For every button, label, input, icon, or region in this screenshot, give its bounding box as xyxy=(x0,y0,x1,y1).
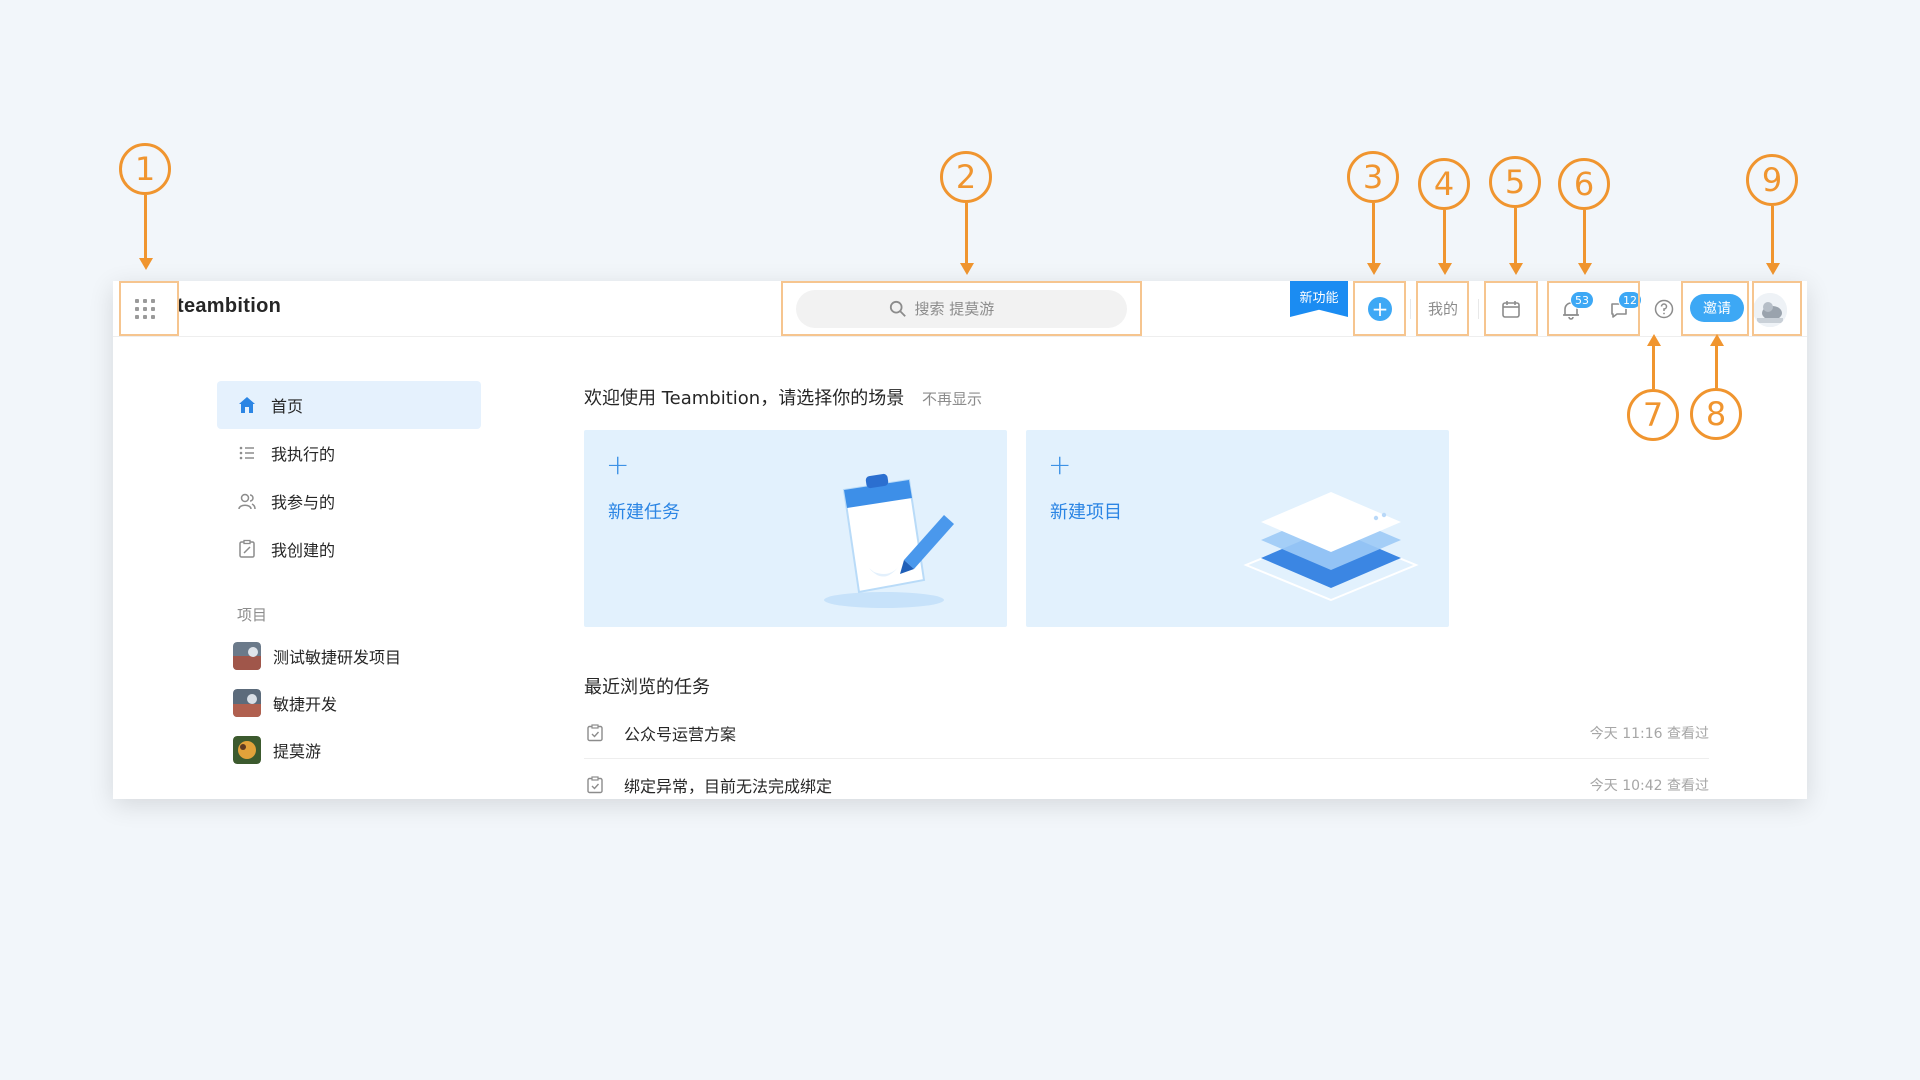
annotation-6: 6 xyxy=(1558,158,1610,210)
annotation-7-line xyxy=(1652,345,1655,389)
annotation-5-line xyxy=(1514,208,1517,263)
quick-add-button[interactable]: + xyxy=(1368,297,1392,321)
annotation-2-arrow xyxy=(960,263,974,275)
mine-button[interactable]: 我的 xyxy=(1428,298,1458,319)
notifications-button[interactable]: 53 xyxy=(1560,291,1594,325)
messages-button[interactable]: 12 xyxy=(1608,291,1642,325)
plus-icon: + xyxy=(606,448,630,481)
sidebar-item-home[interactable]: 首页 xyxy=(217,381,481,429)
dismiss-link[interactable]: 不再显示 xyxy=(922,390,982,408)
welcome-title: 欢迎使用 Teambition，请选择你的场景 xyxy=(584,388,905,409)
search-input[interactable] xyxy=(914,300,1035,318)
calendar-button[interactable] xyxy=(1500,298,1522,324)
project-thumbnail-icon xyxy=(233,688,261,717)
new-project-label: 新建项目 xyxy=(1050,502,1122,523)
divider xyxy=(1410,299,1411,319)
task-clipboard-icon xyxy=(587,723,603,741)
sidebar-item-label: 我创建的 xyxy=(271,541,336,560)
app-grid-icon[interactable] xyxy=(129,293,161,325)
sidebar-project-item[interactable]: 测试敏捷研发项目 xyxy=(217,632,481,679)
annotation-2-line xyxy=(965,203,968,263)
annotation-9: 9 xyxy=(1746,154,1798,206)
projects-section-label: 项目 xyxy=(237,606,268,624)
clipboard-edit-icon xyxy=(239,539,255,558)
sidebar-item-label: 首页 xyxy=(271,397,304,416)
calendar-icon xyxy=(1502,301,1520,318)
annotation-1-line xyxy=(144,195,147,258)
list-icon xyxy=(239,446,254,460)
annotation-4: 4 xyxy=(1418,158,1470,210)
annotation-1: 1 xyxy=(119,143,171,195)
sidebar-item-participated[interactable]: 我参与的 xyxy=(217,477,481,525)
new-task-label: 新建任务 xyxy=(608,502,680,523)
project-label: 敏捷开发 xyxy=(273,694,338,714)
help-button[interactable] xyxy=(1653,298,1675,324)
sidebar-project-item[interactable]: 敏捷开发 xyxy=(217,679,481,726)
sidebar-item-created[interactable]: 我创建的 xyxy=(217,525,481,573)
annotation-5-arrow xyxy=(1509,263,1523,275)
sidebar-item-label: 我执行的 xyxy=(271,445,336,464)
annotation-7-arrow xyxy=(1647,334,1661,346)
divider xyxy=(1478,299,1479,319)
sidebar-item-label: 我参与的 xyxy=(271,493,336,512)
annotation-8-arrow xyxy=(1710,334,1724,346)
sidebar: 首页 我执行的 我参与的 我创建的 项目 测试敏捷研发项目 敏捷开发 提莫游 xyxy=(217,381,481,773)
task-name: 绑定异常，目前无法完成绑定 xyxy=(624,776,833,796)
recent-tasks-heading: 最近浏览的任务 xyxy=(584,677,710,698)
annotation-8: 8 xyxy=(1690,388,1742,440)
task-viewed-time: 今天 10:42 查看过 xyxy=(1589,777,1709,794)
app-logo: teambition xyxy=(177,295,282,317)
sidebar-project-item[interactable]: 提莫游 xyxy=(217,726,481,773)
annotation-6-arrow xyxy=(1578,263,1592,275)
annotation-3-arrow xyxy=(1367,263,1381,275)
avatar-image-icon xyxy=(1753,293,1787,327)
new-project-card[interactable]: + 新建项目 xyxy=(1026,430,1449,627)
annotation-4-line xyxy=(1443,210,1446,263)
people-icon xyxy=(238,493,256,510)
question-icon xyxy=(1654,299,1674,319)
new-feature-ribbon[interactable]: 新功能 xyxy=(1290,281,1348,317)
sidebar-item-executed[interactable]: 我执行的 xyxy=(217,429,481,477)
project-label: 测试敏捷研发项目 xyxy=(273,647,402,667)
annotation-9-arrow xyxy=(1766,263,1780,275)
welcome-heading: 欢迎使用 Teambition，请选择你的场景 不再显示 xyxy=(584,384,982,410)
annotation-3: 3 xyxy=(1347,151,1399,203)
annotation-2: 2 xyxy=(940,151,992,203)
project-thumbnail-icon xyxy=(233,735,261,764)
clipboard-illustration-icon xyxy=(824,473,954,608)
annotation-9-line xyxy=(1771,206,1774,263)
messages-badge: 12 xyxy=(1618,291,1642,309)
layers-illustration-icon xyxy=(1243,492,1419,602)
project-label: 提莫游 xyxy=(273,741,322,761)
task-name: 公众号运营方案 xyxy=(624,724,737,744)
annotation-5: 5 xyxy=(1489,156,1541,208)
top-bar: teambition 新功能 + 我的 xyxy=(113,281,1807,337)
search-icon xyxy=(889,300,906,317)
annotation-8-line xyxy=(1715,345,1718,388)
annotation-6-line xyxy=(1583,210,1586,263)
annotation-4-arrow xyxy=(1438,263,1452,275)
plus-icon: + xyxy=(1371,297,1389,321)
annotation-3-line xyxy=(1372,203,1375,263)
plus-icon: + xyxy=(1048,448,1072,481)
annotation-7: 7 xyxy=(1627,389,1679,441)
new-task-card[interactable]: + 新建任务 xyxy=(584,430,1007,627)
task-viewed-time: 今天 11:16 查看过 xyxy=(1589,725,1709,742)
task-clipboard-icon xyxy=(587,775,603,793)
invite-button[interactable]: 邀请 xyxy=(1690,294,1744,322)
recent-task-row[interactable]: 公众号运营方案 今天 11:16 查看过 xyxy=(584,707,1709,759)
annotation-1-arrow xyxy=(139,258,153,270)
recent-task-row[interactable]: 绑定异常，目前无法完成绑定 今天 10:42 查看过 xyxy=(584,759,1709,799)
app-window: teambition 新功能 + 我的 xyxy=(113,281,1807,799)
user-avatar[interactable] xyxy=(1753,293,1787,327)
home-icon xyxy=(239,397,255,413)
project-thumbnail-icon xyxy=(233,641,261,670)
notifications-badge: 53 xyxy=(1570,291,1594,309)
search-bar[interactable] xyxy=(796,290,1127,328)
